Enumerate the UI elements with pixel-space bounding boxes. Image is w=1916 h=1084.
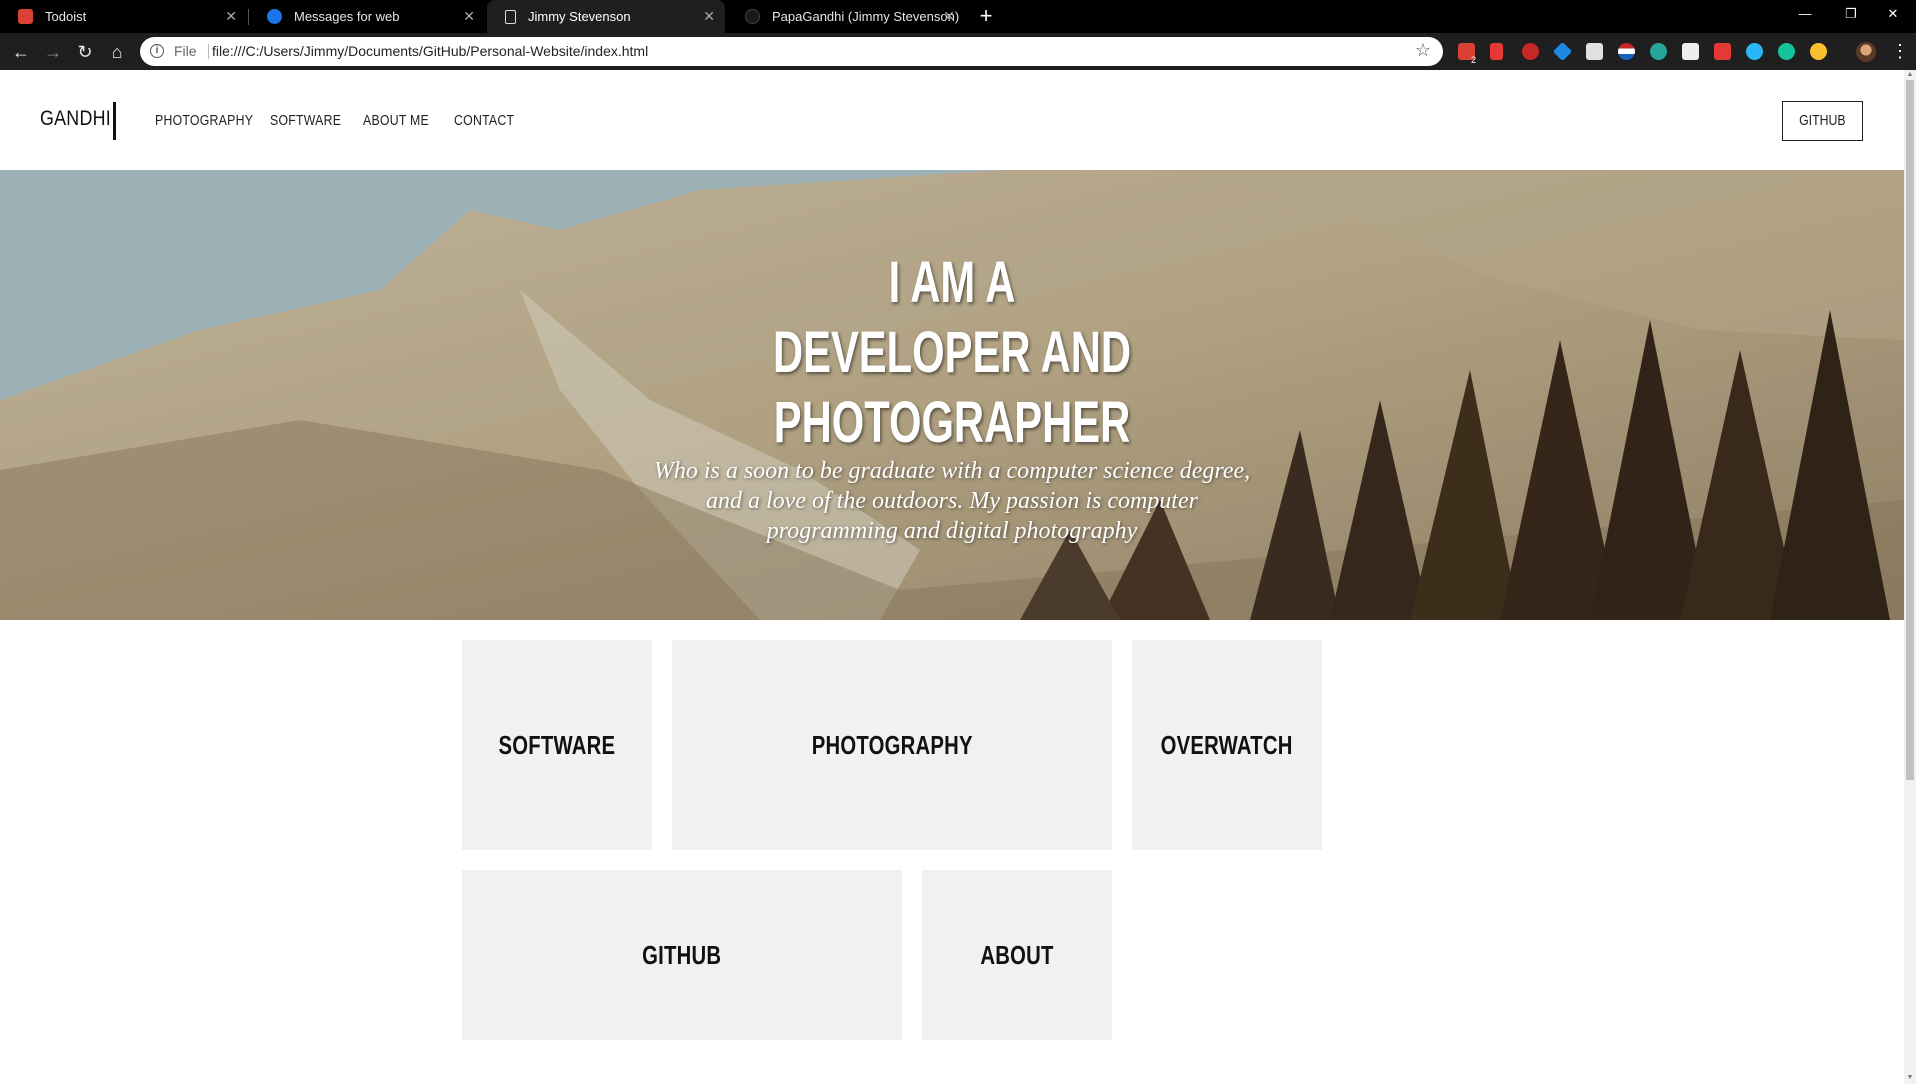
- tab-papagandhi[interactable]: PapaGandhi (Jimmy Stevenson) ✕: [727, 0, 965, 33]
- extension-badge: 2: [1471, 55, 1477, 65]
- browser-tab-strip: Todoist ✕ Messages for web ✕ Jimmy Steve…: [0, 0, 1916, 33]
- close-window-button[interactable]: ✕: [1870, 0, 1916, 30]
- url-text[interactable]: file:///C:/Users/Jimmy/Documents/GitHub/…: [212, 43, 648, 59]
- messages-icon: [267, 9, 282, 24]
- address-bar[interactable]: i File file:///C:/Users/Jimmy/Documents/…: [140, 37, 1443, 66]
- site-header: GANDHI PHOTOGRAPHY SOFTWARE ABOUT ME CON…: [0, 70, 1904, 170]
- tile-about[interactable]: ABOUT: [922, 870, 1112, 1040]
- nav-about-me[interactable]: ABOUT ME: [363, 112, 429, 129]
- browser-toolbar: ← → ↻ ⌂ i File file:///C:/Users/Jimmy/Do…: [0, 33, 1916, 70]
- home-button[interactable]: ⌂: [105, 40, 129, 64]
- reload-button[interactable]: ↻: [73, 40, 97, 64]
- close-icon[interactable]: ✕: [225, 9, 237, 23]
- tile-overwatch[interactable]: OVERWATCH: [1132, 640, 1322, 850]
- web-page: GANDHI PHOTOGRAPHY SOFTWARE ABOUT ME CON…: [0, 70, 1904, 1084]
- tab-jimmy-stevenson[interactable]: Jimmy Stevenson ✕: [487, 0, 725, 33]
- close-icon[interactable]: ✕: [463, 9, 475, 23]
- info-icon[interactable]: i: [150, 44, 164, 58]
- back-button[interactable]: ←: [9, 40, 33, 64]
- chat-extension-icon[interactable]: [1682, 43, 1699, 60]
- bookmark-extension-icon[interactable]: [1490, 43, 1503, 60]
- brand-logo[interactable]: GANDHI: [40, 107, 111, 131]
- nav-photography[interactable]: PHOTOGRAPHY: [155, 112, 253, 129]
- tile-github[interactable]: GITHUB: [462, 870, 902, 1040]
- hero-title-line-2: DEVELOPER AND: [772, 320, 1132, 385]
- github-button[interactable]: GITHUB: [1782, 101, 1863, 141]
- github-icon: [745, 9, 760, 24]
- close-icon[interactable]: ✕: [703, 9, 715, 23]
- scrollbar-thumb[interactable]: [1906, 80, 1914, 780]
- menu-icon[interactable]: ⋮: [1891, 39, 1909, 63]
- nav-contact[interactable]: CONTACT: [454, 112, 514, 129]
- adblock-extension-icon[interactable]: [1522, 43, 1539, 60]
- hero-title: I AM A DEVELOPER AND PHOTOGRAPHER: [0, 248, 1904, 458]
- page-scrollbar[interactable]: ▲ ▼: [1904, 70, 1916, 1084]
- hero-banner: I AM A DEVELOPER AND PHOTOGRAPHER Who is…: [0, 170, 1904, 620]
- check-extension-icon[interactable]: [1810, 43, 1827, 60]
- hero-title-line-3: PHOTOGRAPHER: [773, 390, 1131, 455]
- tab-messages[interactable]: Messages for web ✕: [249, 0, 485, 33]
- bookmark-star-icon[interactable]: ☆: [1415, 40, 1431, 61]
- url-scheme-label: File: [174, 43, 197, 59]
- close-icon[interactable]: ✕: [943, 9, 955, 23]
- hero-subtitle: Who is a soon to be graduate with a comp…: [653, 458, 1251, 544]
- nav-software[interactable]: SOFTWARE: [270, 112, 341, 129]
- avatar[interactable]: [1856, 42, 1876, 62]
- diamond-extension-icon[interactable]: [1552, 41, 1573, 62]
- restore-button[interactable]: ❐: [1828, 0, 1874, 30]
- hero-title-line-1: I AM A: [888, 250, 1016, 315]
- page-icon: [505, 9, 516, 24]
- square-extension-icon[interactable]: [1586, 43, 1603, 60]
- new-tab-button[interactable]: +: [975, 5, 997, 27]
- tab-todoist[interactable]: Todoist ✕: [0, 0, 247, 33]
- pocket-extension-icon[interactable]: [1714, 43, 1731, 60]
- circle-extension-icon[interactable]: [1746, 43, 1763, 60]
- minimize-button[interactable]: —: [1782, 0, 1828, 30]
- m-extension-icon[interactable]: [1650, 43, 1667, 60]
- forward-button[interactable]: →: [41, 40, 65, 64]
- scroll-down-arrow-icon[interactable]: ▼: [1906, 1074, 1914, 1082]
- tile-software[interactable]: SOFTWARE: [462, 640, 652, 850]
- todoist-icon: [18, 9, 33, 24]
- brand-divider: [113, 102, 116, 140]
- flag-extension-icon[interactable]: [1618, 43, 1635, 60]
- grammarly-extension-icon[interactable]: [1778, 43, 1795, 60]
- scroll-up-arrow-icon[interactable]: ▲: [1906, 71, 1914, 79]
- address-divider: [208, 44, 209, 59]
- tile-photography[interactable]: PHOTOGRAPHY: [672, 640, 1112, 850]
